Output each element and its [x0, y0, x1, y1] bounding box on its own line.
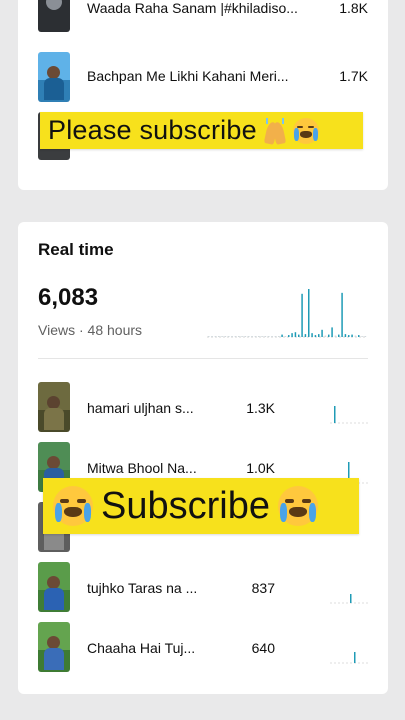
- chart-bar: [284, 336, 287, 337]
- chart-bar: [334, 335, 337, 337]
- chart-bar: [281, 334, 283, 337]
- chart-bar: [238, 336, 240, 337]
- realtime-card: Real time 6,083 Views · 48 hours hamari …: [18, 222, 388, 694]
- chart-bar: [258, 336, 260, 337]
- chart-bar: [234, 336, 237, 337]
- chart-bar: [291, 333, 293, 337]
- view-count: 837: [251, 580, 275, 596]
- mini-views-chart: [330, 652, 370, 664]
- views-value: 6,083: [38, 284, 99, 311]
- mini-views-chart: [330, 594, 370, 604]
- chart-bar: [321, 329, 323, 337]
- chart-bar: [341, 292, 343, 337]
- list-item[interactable]: Waada Raha Sanam |#khiladiso... 1.8K: [18, 0, 388, 46]
- chart-bar: [331, 327, 333, 337]
- chart-bar: [221, 336, 223, 337]
- chart-bar: [224, 336, 227, 337]
- views-label: Views · 48 hours: [38, 322, 143, 338]
- chart-bar: [254, 336, 257, 337]
- realtime-views-chart: [207, 289, 367, 338]
- chart-bar: [344, 334, 347, 337]
- chart-bar: [274, 336, 277, 337]
- chart-bar: [241, 336, 243, 337]
- video-thumbnail: [38, 52, 70, 102]
- chart-bar: [211, 336, 213, 337]
- video-thumbnail: [38, 622, 70, 672]
- view-count: 640: [251, 640, 275, 656]
- chart-bar: [264, 336, 267, 337]
- chart-bar: [328, 334, 330, 337]
- chart-bar: [324, 335, 327, 337]
- chart-bar: [208, 336, 210, 337]
- chart-bar: [271, 336, 273, 337]
- video-title: Waada Raha Sanam |#khiladiso...: [87, 0, 298, 16]
- section-title: Real time: [38, 240, 114, 259]
- list-item[interactable]: tujhko Taras na ... 837: [18, 562, 388, 618]
- subscribe-banner-bottom: Subscribe: [43, 478, 359, 534]
- chart-bar: [268, 336, 270, 337]
- video-title: Chaaha Hai Tuj...: [87, 640, 196, 656]
- video-title: hamari uljhan s...: [87, 400, 194, 416]
- crying-face-emoji-icon: [277, 486, 318, 526]
- video-title: Mitwa Bhool Na...: [87, 460, 197, 476]
- chart-bar: [231, 336, 233, 337]
- chart-bar: [294, 332, 297, 337]
- chart-bar: [228, 336, 230, 337]
- video-thumbnail: [38, 562, 70, 612]
- crying-face-emoji-icon: [53, 486, 93, 526]
- view-count: 1.7K: [339, 68, 368, 84]
- chart-bar: [364, 336, 367, 337]
- mini-views-chart: [330, 406, 370, 424]
- chart-bar: [351, 334, 353, 337]
- chart-bar: [354, 335, 357, 337]
- chart-bar: [248, 336, 250, 337]
- chart-bar: [311, 333, 313, 337]
- view-count: 1.0K: [246, 460, 275, 476]
- chart-bar: [251, 336, 253, 337]
- video-title: tujhko Taras na ...: [87, 580, 198, 596]
- chart-bar: [301, 293, 303, 337]
- subscribe-banner-top: Please subscribe: [40, 112, 363, 149]
- top-videos-card: Waada Raha Sanam |#khiladiso... 1.8K Bac…: [18, 0, 388, 190]
- chart-bar: [361, 336, 363, 337]
- crying-face-emoji-icon: [292, 117, 319, 144]
- video-thumbnail: [38, 382, 70, 432]
- banner-text: Subscribe: [101, 484, 270, 527]
- chart-bar: [278, 336, 280, 337]
- chart-bar: [261, 336, 263, 337]
- chart-bar: [244, 336, 247, 337]
- list-item[interactable]: Bachpan Me Likhi Kahani Meri... 1.7K: [18, 52, 388, 108]
- chart-bar: [348, 335, 350, 337]
- video-thumbnail: [38, 0, 70, 32]
- list-item[interactable]: hamari uljhan s... 1.3K: [18, 382, 388, 438]
- chart-bar: [338, 334, 340, 337]
- chart-bar: [304, 334, 307, 337]
- list-item[interactable]: Chaaha Hai Tuj... 640: [18, 622, 388, 678]
- chart-bar: [214, 336, 217, 337]
- chart-bar: [288, 335, 290, 337]
- chart-bar: [218, 336, 220, 337]
- banner-text: Please subscribe: [48, 115, 257, 145]
- chart-bar: [318, 334, 320, 337]
- chart-bar: [358, 335, 360, 337]
- divider: [38, 358, 368, 359]
- chart-bar: [298, 334, 300, 337]
- video-title: Bachpan Me Likhi Kahani Meri...: [87, 68, 289, 84]
- view-count: 1.3K: [246, 400, 275, 416]
- folded-hands-emoji-icon: [263, 117, 287, 145]
- chart-bar: [308, 289, 310, 337]
- chart-bar: [314, 335, 317, 337]
- view-count: 1.8K: [339, 0, 368, 16]
